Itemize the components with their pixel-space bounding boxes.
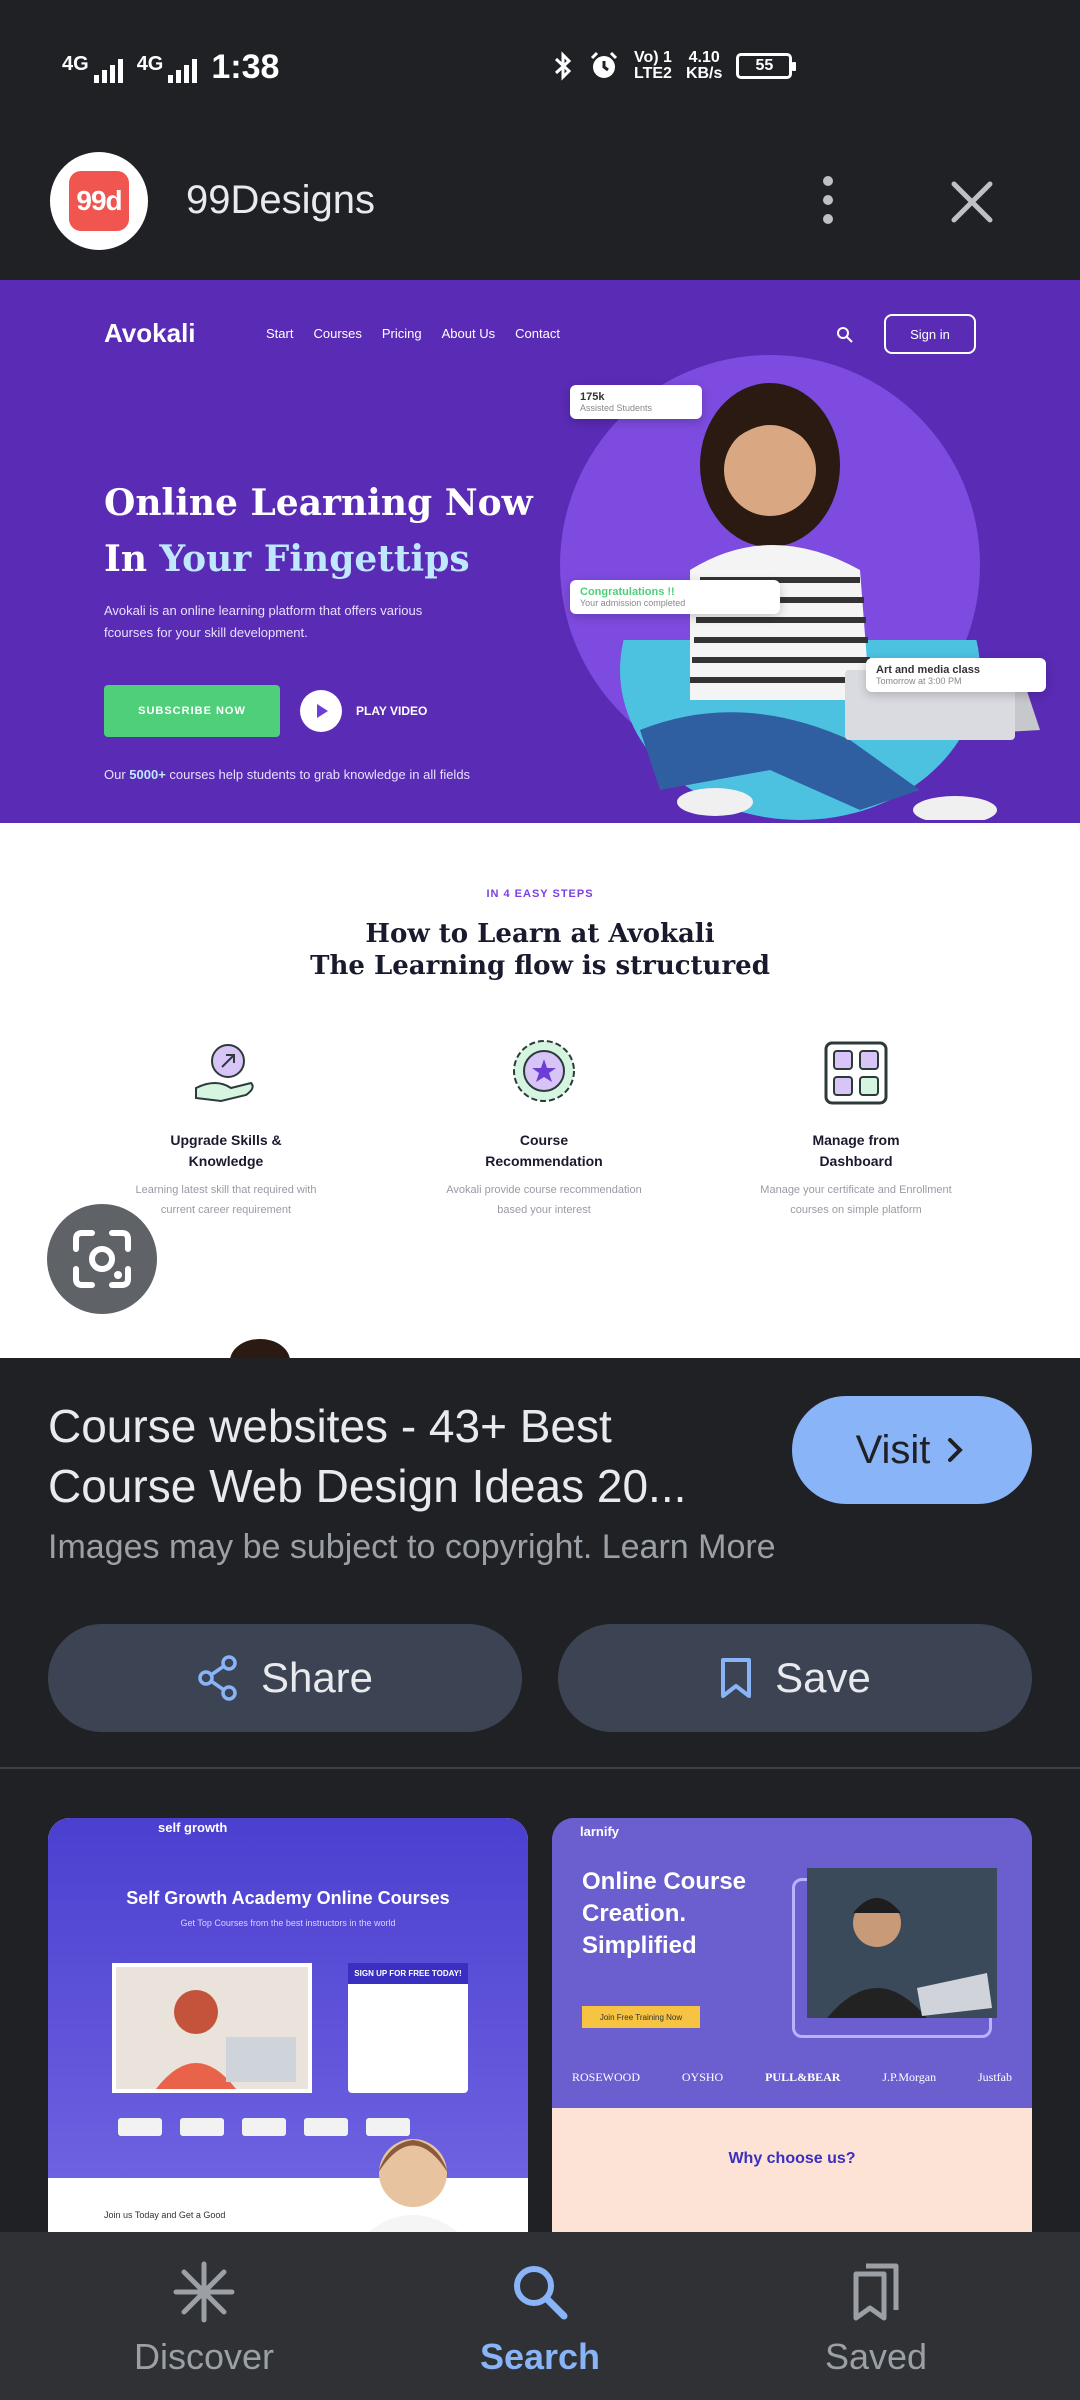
discover-icon [173, 2261, 235, 2323]
status-bar: 4G 4G 1:38 Vo) 1 LTE2 4.10 KB/s 55 [0, 0, 1080, 140]
copyright-notice[interactable]: Images may be subject to copyright. Lear… [48, 1528, 776, 1567]
course-recommendation-icon [513, 1040, 575, 1102]
nav-search[interactable]: Search [390, 2232, 690, 2400]
related-headline: Online Course Creation. Simplified [582, 1868, 747, 1959]
related-signup-card: SIGN UP FOR FREE TODAY! [348, 1963, 468, 2093]
preview-card-students: 175k Assisted Students [570, 385, 702, 419]
site-name[interactable]: 99Designs [186, 178, 375, 223]
bookmark-icon [721, 1658, 752, 1698]
upgrade-skills-icon [195, 1044, 254, 1103]
chevron-right-icon [948, 1438, 964, 1462]
preview-steps-title: How to Learn at Avokali The Learning flo… [310, 919, 770, 981]
result-details: Course websites - 43+ Best Course Web De… [0, 1358, 1080, 1768]
preview-card-class: Art and media class Tomorrow at 3:00 PM [866, 658, 1046, 692]
preview-card-congrats: Congratulations !! Your admission complet… [570, 580, 780, 614]
preview-cta: SUBSCRIBE NOW [104, 685, 280, 737]
related-result[interactable]: self growth Self Growth Academy Online C… [48, 1818, 528, 2232]
nav-saved[interactable]: Saved [726, 2232, 1026, 2400]
dashboard-icon [824, 1041, 888, 1105]
preview-image[interactable]: Avokali Start Courses Pricing About Us C… [0, 280, 1080, 1358]
more-options-icon[interactable] [810, 170, 846, 230]
network-speed: 4.10 KB/s [685, 49, 723, 82]
nav-discover[interactable]: Discover [54, 2232, 354, 2400]
related-photo [112, 1963, 312, 2093]
viewer-header: 99d 99Designs [0, 140, 1080, 280]
share-icon [198, 1655, 237, 1701]
preview-partial-figure [230, 1339, 290, 1358]
volte-indicator: Vo) 1 LTE2 [634, 49, 672, 82]
preview-play-icon [300, 690, 342, 732]
preview-step-upgrade: Upgrade Skills & Knowledge Learning lates… [76, 1033, 376, 1220]
status-right: Vo) 1 LTE2 4.10 KB/s 55 [552, 49, 797, 82]
clock: 1:38 [211, 48, 280, 86]
preview-hero: Avokali Start Courses Pricing About Us C… [0, 280, 1080, 823]
related-photo [807, 1868, 997, 2018]
preview-note: Our 5000+ courses help students to grab … [104, 767, 471, 782]
preview-steps: IN 4 EASY STEPS How to Learn at Avokali … [0, 823, 1080, 1358]
preview-step-course: Course Recommendation Avokali provide cou… [394, 1033, 694, 1220]
preview-search-icon [837, 327, 853, 343]
close-icon[interactable] [942, 172, 1002, 232]
saved-collections-icon [853, 2263, 899, 2321]
signal-icon: 4G [62, 53, 123, 83]
search-icon [514, 2266, 568, 2320]
preview-brand: Avokali [104, 318, 196, 348]
preview-subtext: Avokali is an online learning platform t… [104, 603, 423, 640]
preview-headline: Online Learning Now In Your Fingettips [104, 482, 533, 580]
site-logo[interactable]: 99d [50, 152, 148, 250]
visit-button[interactable]: Visit [792, 1396, 1032, 1504]
lens-icon [73, 1230, 131, 1288]
bluetooth-icon [554, 51, 572, 81]
bottom-nav: Discover Search Saved [0, 2232, 1080, 2400]
related-result[interactable]: larnify Online Course Creation. Simplifi… [552, 1818, 1032, 2232]
alarm-icon [590, 51, 618, 78]
signal-icon: 4G [137, 53, 198, 83]
lens-button[interactable] [47, 1204, 157, 1314]
share-button[interactable]: Share [48, 1624, 522, 1732]
result-title[interactable]: Course websites - 43+ Best Course Web De… [48, 1396, 748, 1516]
preview-nav: Avokali Start Courses Pricing About Us C… [0, 300, 1080, 360]
preview-signin: Sign in [884, 314, 976, 354]
divider [0, 1767, 1080, 1769]
preview-play-label: PLAY VIDEO [356, 704, 428, 718]
preview-nav-links: Start Courses Pricing About Us Contact [266, 326, 560, 341]
status-left: 4G 4G 1:38 [62, 48, 279, 87]
related-person [368, 2139, 458, 2232]
related-brand-logos: ROSEWOOD OYSHO PULL&BEAR J.P.Morgan Justfab [572, 2070, 1012, 2084]
save-button[interactable]: Save [558, 1624, 1032, 1732]
preview-step-dashboard: Manage from Dashboard Manage your certifi… [706, 1033, 1006, 1220]
battery-icon: 55 [736, 53, 797, 79]
